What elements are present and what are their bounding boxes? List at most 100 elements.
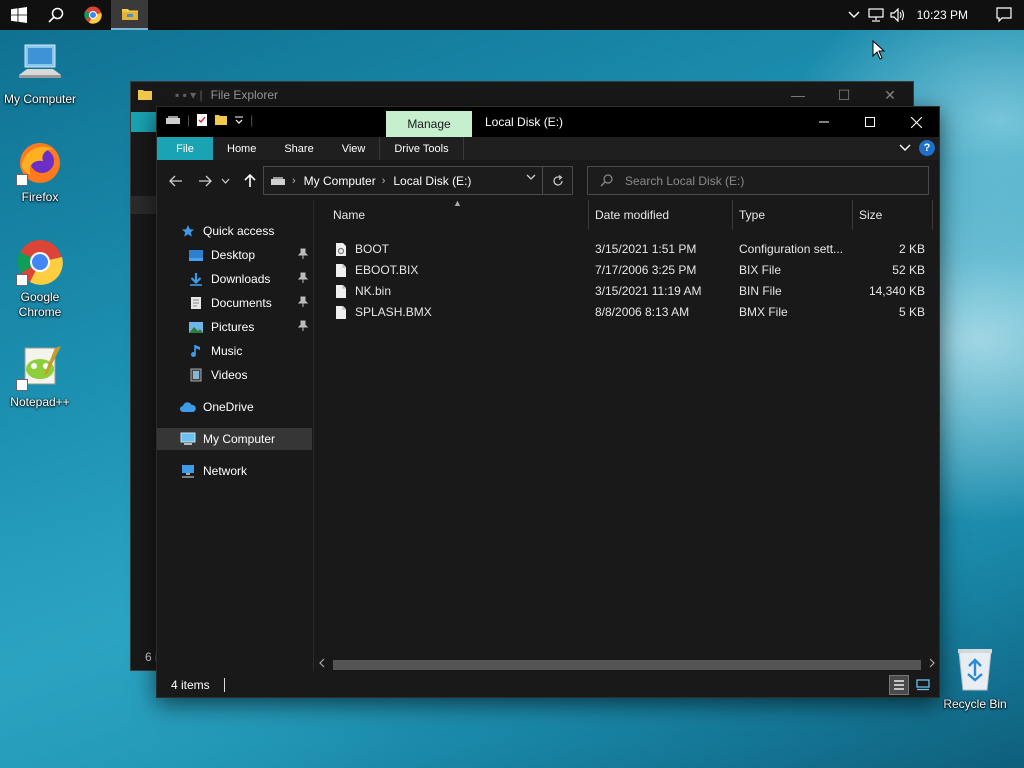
- maximize-button[interactable]: [847, 107, 893, 137]
- help-icon[interactable]: ?: [919, 140, 935, 156]
- arrow-up-icon: [244, 174, 256, 187]
- view-switcher: [889, 675, 933, 695]
- file-row[interactable]: BOOT 3/15/2021 1:51 PM Configuration set…: [315, 239, 939, 260]
- network-tray-button[interactable]: [865, 0, 887, 30]
- nav-item-pictures[interactable]: Pictures: [157, 316, 312, 338]
- file-name: EBOOT.BIX: [355, 263, 419, 277]
- network-icon: [868, 8, 884, 22]
- taskbar-file-explorer-button[interactable]: [111, 0, 148, 30]
- search-input[interactable]: [625, 173, 905, 188]
- nav-item-downloads[interactable]: Downloads: [157, 268, 312, 290]
- nav-item-network[interactable]: Network: [157, 460, 312, 482]
- forward-button[interactable]: [194, 170, 216, 192]
- pin-icon: [297, 272, 309, 287]
- nav-item-label: Network: [203, 464, 248, 478]
- minimize-icon: [819, 121, 829, 123]
- scroll-right-button[interactable]: [929, 658, 935, 671]
- breadcrumb-separator[interactable]: ›: [292, 175, 296, 187]
- search-button[interactable]: [37, 0, 74, 30]
- desktop-icon-my-computer[interactable]: My Computer: [0, 40, 80, 107]
- file-size: 2 KB: [898, 242, 925, 256]
- search-box[interactable]: [587, 166, 929, 195]
- minimize-button[interactable]: —: [775, 82, 821, 108]
- column-header-date-modified[interactable]: Date modified: [589, 200, 733, 230]
- ribbon-tab-home[interactable]: Home: [213, 137, 270, 160]
- file-row[interactable]: NK.bin 3/15/2021 11:19 AM BIN File 14,34…: [315, 281, 939, 302]
- nav-item-label: Downloads: [211, 272, 271, 286]
- recent-locations-button[interactable]: [218, 170, 232, 192]
- nav-item-my-computer[interactable]: My Computer: [157, 428, 312, 450]
- breadcrumb-local-disk[interactable]: Local Disk (E:): [393, 174, 471, 188]
- chevron-left-icon: [319, 658, 325, 668]
- desktop-icon-label: Google Chrome: [18, 290, 62, 319]
- item-count: 4 items: [171, 678, 210, 692]
- pictures-icon: [189, 321, 203, 333]
- breadcrumb-separator[interactable]: ›: [382, 175, 386, 187]
- taskbar-clock[interactable]: 10:23 PM: [909, 8, 984, 22]
- notification-icon: [996, 7, 1012, 23]
- refresh-button[interactable]: [542, 167, 572, 194]
- customize-toolbar-chevron-icon[interactable]: [234, 115, 244, 125]
- background-window-titlebar[interactable]: ▪ ▪ ▾ | File Explorer — ☐ ✕: [131, 82, 913, 108]
- chevron-up-icon: [848, 11, 860, 18]
- ribbon-right-controls: ?: [899, 140, 935, 156]
- up-button[interactable]: [239, 170, 261, 192]
- background-ribbon-file-tab[interactable]: [131, 112, 157, 132]
- close-icon: [910, 116, 922, 128]
- details-view-button[interactable]: [889, 675, 909, 695]
- back-button[interactable]: [165, 170, 187, 192]
- file-row[interactable]: SPLASH.BMX 8/8/2006 8:13 AM BMX File 5 K…: [315, 302, 939, 323]
- file-icon: [336, 306, 346, 319]
- new-folder-icon[interactable]: [214, 113, 228, 127]
- desktop-icon-firefox[interactable]: Firefox: [0, 138, 80, 205]
- scrollbar-thumb[interactable]: [333, 660, 921, 670]
- desktop-icon-label: Recycle Bin: [943, 697, 1007, 711]
- desktop-icon-google-chrome[interactable]: Google Chrome: [0, 238, 80, 320]
- large-icons-view-icon: [916, 679, 930, 691]
- start-button[interactable]: [0, 0, 37, 30]
- nav-item-label: OneDrive: [203, 400, 254, 414]
- manage-context-tab[interactable]: Manage: [386, 111, 472, 137]
- volume-tray-button[interactable]: [887, 0, 909, 30]
- navigation-pane: Quick access Desktop Downloads Documents…: [157, 200, 314, 671]
- download-arrow-icon: [190, 273, 202, 286]
- close-button[interactable]: ✕: [867, 82, 913, 108]
- ribbon-tab-file[interactable]: File: [157, 137, 213, 160]
- desktop-icon-notepad-plus-plus[interactable]: Notepad++: [0, 343, 80, 410]
- address-dropdown-button[interactable]: [526, 172, 536, 184]
- column-header-type[interactable]: Type: [733, 200, 853, 230]
- drive-icon[interactable]: [165, 114, 181, 126]
- action-center-button[interactable]: [984, 0, 1024, 30]
- column-header-size[interactable]: Size: [853, 200, 933, 230]
- address-bar[interactable]: › My Computer › Local Disk (E:): [263, 166, 573, 195]
- nav-item-videos[interactable]: Videos: [157, 364, 312, 386]
- nav-item-onedrive[interactable]: OneDrive: [157, 396, 312, 418]
- nav-item-music[interactable]: Music: [157, 340, 312, 362]
- taskbar-chrome-button[interactable]: [74, 0, 111, 30]
- nav-item-quick-access[interactable]: Quick access: [157, 220, 312, 242]
- close-button[interactable]: [893, 107, 939, 137]
- ribbon-tab-drive-tools[interactable]: Drive Tools: [379, 137, 464, 160]
- nav-item-documents[interactable]: Documents: [157, 292, 312, 314]
- horizontal-scrollbar[interactable]: [315, 658, 939, 672]
- properties-icon[interactable]: [196, 113, 208, 127]
- nav-item-desktop[interactable]: Desktop: [157, 244, 312, 266]
- ribbon-tab-view[interactable]: View: [328, 137, 380, 160]
- chevron-right-icon: [929, 658, 935, 668]
- show-hidden-icons-button[interactable]: [843, 0, 865, 30]
- column-header-name[interactable]: Name: [327, 200, 589, 230]
- minimize-button[interactable]: [801, 107, 847, 137]
- file-row[interactable]: EBOOT.BIX 7/17/2006 3:25 PM BIX File 52 …: [315, 260, 939, 281]
- window-titlebar[interactable]: | | Manage Local Disk (E:): [157, 107, 939, 137]
- file-size: 52 KB: [892, 263, 925, 277]
- file-explorer-window[interactable]: | | Manage Local Disk (E:) File Home Sha…: [156, 106, 940, 698]
- desktop-icon-recycle-bin[interactable]: Recycle Bin: [935, 645, 1015, 712]
- large-icons-view-button[interactable]: [913, 675, 933, 695]
- expand-ribbon-chevron-icon[interactable]: [899, 144, 911, 152]
- maximize-button[interactable]: ☐: [821, 82, 867, 108]
- background-window-title: File Explorer: [210, 88, 279, 102]
- details-view-icon: [894, 680, 904, 690]
- scroll-left-button[interactable]: [319, 658, 325, 671]
- ribbon-tab-share[interactable]: Share: [270, 137, 327, 160]
- breadcrumb-my-computer[interactable]: My Computer: [304, 174, 376, 188]
